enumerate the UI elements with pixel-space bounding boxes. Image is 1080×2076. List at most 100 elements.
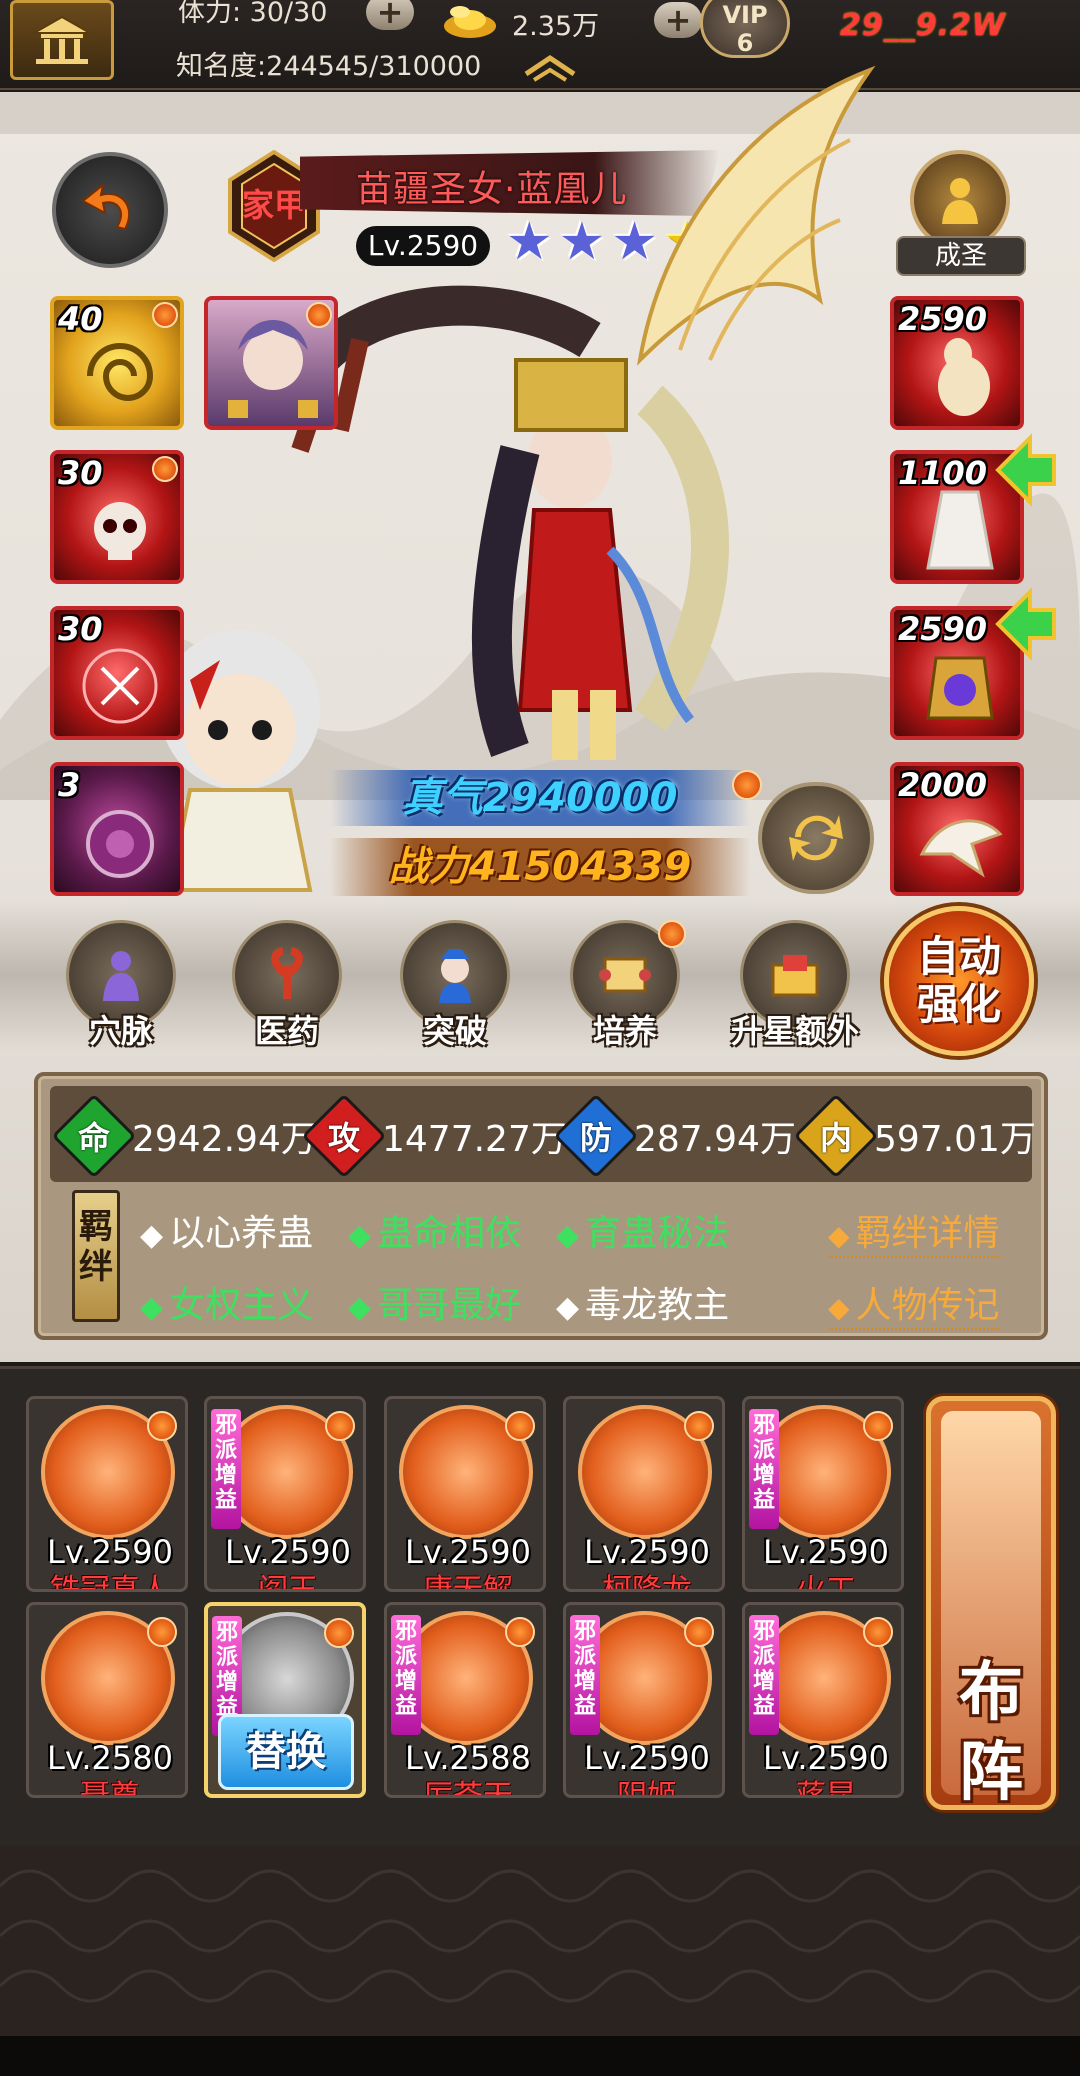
notification-dot — [684, 1411, 714, 1441]
team-member-card[interactable]: 邪派增益 Lv.2590 阎王 — [204, 1396, 366, 1592]
gold-plus-button[interactable]: + — [654, 2, 702, 38]
notification-dot — [684, 1617, 714, 1647]
biography-link[interactable]: ◆ 人物传记 — [828, 1276, 1000, 1330]
equip-slot-left-3[interactable]: 30 — [50, 450, 184, 584]
evil-buff-tag: 邪派增益 — [749, 1615, 779, 1735]
equip-slot-left-5[interactable]: 3 — [50, 762, 184, 896]
equip-level: 1100 — [898, 454, 988, 492]
expand-up-icon[interactable] — [520, 52, 580, 82]
equip-slot-left-1[interactable]: 40 — [50, 296, 184, 430]
life-icon: 命 — [51, 1093, 137, 1179]
refresh-icon — [789, 815, 843, 861]
chengsheng-label: 成圣 — [896, 236, 1026, 276]
bond-item: ◆ 女权主义 — [140, 1285, 314, 1326]
action-medicine-button[interactable]: 医药 — [222, 920, 352, 1050]
member-name: 蒋昆 — [796, 1779, 856, 1798]
wave-pattern-decoration — [0, 1846, 1080, 2036]
equip-level: 2000 — [898, 766, 988, 804]
member-name: 厉苍天 — [423, 1779, 513, 1798]
equip-slot-right-4[interactable]: 2000 — [890, 762, 1024, 896]
bond-item: ◆ 哥哥最好 — [348, 1285, 522, 1326]
team-member-card[interactable]: 邪派增益 Lv.2588 厉苍天 — [384, 1602, 546, 1798]
rank-badge-text: 家甲 — [242, 186, 306, 224]
action-label: 突破 — [422, 1012, 487, 1050]
bond-item: ◆ 毒龙教主 — [556, 1285, 730, 1326]
hero-panel-strip — [0, 92, 1080, 134]
notification-dot — [152, 302, 178, 328]
buddha-icon — [910, 150, 1010, 250]
action-label: 穴脉 — [88, 1012, 153, 1050]
stat-life: 命 2942.94万 — [51, 1093, 317, 1179]
bond-item: ◆ 育蛊秘法 — [556, 1213, 730, 1254]
equip-slot-left-2[interactable] — [204, 296, 338, 430]
equip-level: 3 — [58, 766, 81, 804]
stat-value: 2942.94万 — [132, 1119, 317, 1160]
formation-label-bottom: 阵 — [959, 1736, 1023, 1810]
action-breakthrough-button[interactable]: 突破 — [390, 920, 520, 1050]
skull-icon — [94, 502, 146, 560]
back-button[interactable] — [52, 152, 168, 268]
replace-button[interactable]: 替换 — [218, 1714, 354, 1790]
formation-button[interactable]: 布 阵 — [926, 1396, 1056, 1810]
action-star-extra-button[interactable]: 升星额外 — [730, 920, 860, 1050]
chengsheng-button[interactable]: 成圣 — [896, 150, 1026, 280]
auto-strengthen-button[interactable]: 自动强化 — [884, 906, 1034, 1056]
evil-buff-tag: 邪派增益 — [391, 1615, 421, 1735]
action-meridian-button[interactable]: 穴脉 — [56, 920, 186, 1050]
combat-power-value: 战力41504339 — [388, 844, 692, 890]
member-name: 柯降龙 — [602, 1573, 692, 1592]
team-member-card[interactable]: Lv.2590 铁冠真人 — [26, 1396, 188, 1592]
equip-level: 30 — [58, 610, 103, 648]
auto-strengthen-label: 自动强化 — [916, 932, 1001, 1029]
top-resource-bar: 体力: 30/30 + 2.35万 + VIP 6 29__9.2W 知名度:2… — [0, 0, 1080, 90]
team-member-card[interactable]: 邪派增益 Lv.2590 阴姬 — [563, 1602, 725, 1798]
zhenqi-value: 真气2940000 — [402, 775, 678, 821]
gold-ingot-icon — [444, 6, 496, 38]
bond-area: 羁绊 ◆ 以心养蛊 ◆ 蛊命相依 ◆ 育蛊秘法 ◆ 女权主义 ◆ 哥哥最好 ◆ 毒龙教主 ◆… — [50, 1188, 1032, 1330]
team-member-card[interactable]: 邪派增益 Lv.2590 火工 — [742, 1396, 904, 1592]
bond-tag: 羁绊 — [72, 1190, 120, 1322]
action-label: 医药 — [254, 1012, 319, 1050]
hero-name: 苗疆圣女·蓝凰儿 — [356, 169, 628, 210]
member-name: 聂尊 — [80, 1779, 140, 1798]
zhenqi-bar: 真气2940000 — [330, 770, 750, 826]
stamina-text: 体力: 30/30 — [178, 0, 328, 28]
bond-details-link[interactable]: ◆ 羁绊详情 — [828, 1204, 1000, 1258]
member-name: 阴姬 — [617, 1779, 677, 1798]
team-member-card[interactable]: 邪派增益 Lv.2590 蒋昆 — [742, 1602, 904, 1798]
equip-level: 40 — [58, 300, 103, 338]
equip-slot-left-4[interactable]: 30 — [50, 606, 184, 740]
bottom-bar — [0, 2036, 1080, 2076]
home-button[interactable] — [10, 0, 114, 80]
team-member-card-selected[interactable]: 邪派增益 替换 — [204, 1602, 366, 1798]
team-member-card[interactable]: Lv.2590 柯降龙 — [563, 1396, 725, 1592]
evil-buff-tag: 邪派增益 — [749, 1409, 779, 1529]
member-name: 火工 — [796, 1573, 856, 1592]
gourd-icon — [938, 338, 990, 416]
swap-hero-button[interactable] — [758, 782, 874, 894]
stat-defense: 防 287.94万 — [553, 1093, 796, 1179]
notification-dot — [324, 1618, 354, 1648]
evil-buff-tag: 邪派增益 — [570, 1615, 600, 1735]
equip-slot-right-1[interactable]: 2590 — [890, 296, 1024, 430]
talisman-icon — [82, 648, 158, 724]
equip-level: 2590 — [898, 300, 988, 338]
top-power-value: 29__9.2W — [840, 8, 1006, 43]
notification-dot — [863, 1617, 893, 1647]
notification-dot — [152, 456, 178, 482]
action-train-button[interactable]: 培养 — [560, 920, 690, 1050]
vip-badge[interactable]: VIP 6 — [700, 0, 790, 58]
bond-item: ◆ 以心养蛊 — [140, 1213, 314, 1254]
action-label: 培养 — [592, 1012, 657, 1050]
stat-value: 287.94万 — [634, 1119, 796, 1160]
fame-text: 知名度:244545/310000 — [176, 51, 482, 82]
equip-level: 2590 — [898, 610, 988, 648]
hero-character-figure[interactable] — [290, 250, 850, 770]
notification-dot — [325, 1411, 355, 1441]
team-member-card[interactable]: Lv.2590 唐无解 — [384, 1396, 546, 1592]
inner-force-icon: 内 — [793, 1093, 879, 1179]
notification-dot — [147, 1411, 177, 1441]
stamina-plus-button[interactable]: + — [366, 0, 414, 30]
team-member-card[interactable]: Lv.2580 聂尊 — [26, 1602, 188, 1798]
member-name: 铁冠真人 — [50, 1573, 170, 1592]
